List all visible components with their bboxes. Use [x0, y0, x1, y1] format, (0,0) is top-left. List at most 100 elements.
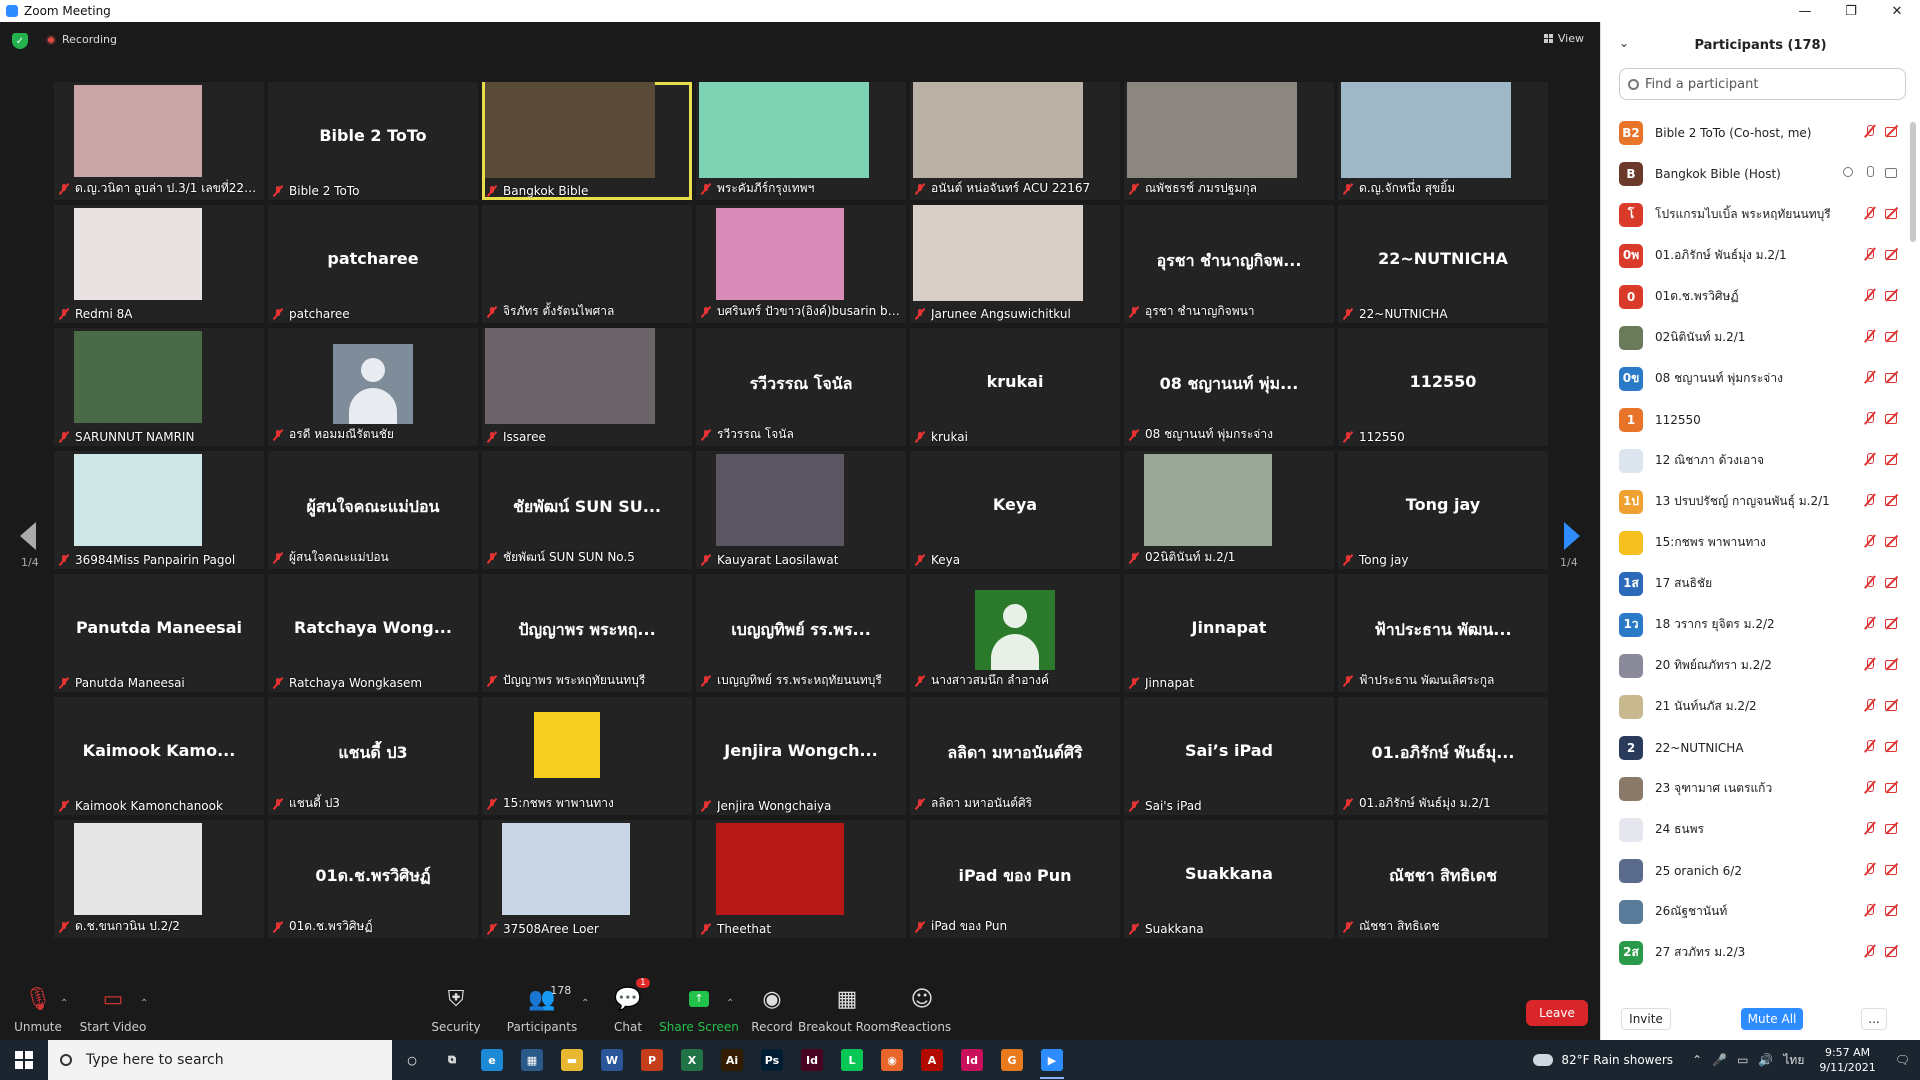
video-tile[interactable]: ด.ญ.จักหนึ่ง สุขยิ้ม [1338, 82, 1548, 200]
participant-row[interactable]: 02นิตินันท์ ม.2/1 [1601, 317, 1901, 358]
video-tile[interactable]: Redmi 8A [54, 205, 264, 323]
recording-indicator[interactable]: Recording [46, 33, 117, 46]
participant-row[interactable]: 1ส 17 สนธิชัย [1601, 563, 1901, 604]
participant-row[interactable]: 25 oranich 6/2 [1601, 850, 1901, 891]
muted-mic-icon[interactable] [1863, 903, 1877, 917]
shield-icon[interactable]: ✓ [12, 33, 28, 49]
video-tile[interactable]: 01ด.ช.พรวิศิษฏ์ 01ด.ช.พรวิศิษฏ์ [268, 820, 478, 938]
participants-caret-icon[interactable]: ⌃ [581, 998, 589, 1009]
unmute-button[interactable]: 🎙 Unmute [14, 962, 62, 1040]
muted-mic-icon[interactable] [1863, 329, 1877, 343]
muted-mic-icon[interactable] [1863, 575, 1877, 589]
zoom-taskbar-icon[interactable]: ▶ [1032, 1040, 1072, 1080]
participant-row[interactable]: 15:กชพร พาพานทาง [1601, 522, 1901, 563]
next-page-arrow-icon[interactable] [1564, 522, 1580, 550]
participant-row[interactable]: 23 จุฑามาศ เนตรแก้ว [1601, 768, 1901, 809]
video-tile[interactable]: iPad ของ Pun iPad ของ Pun [910, 820, 1120, 938]
video-tile[interactable]: 08 ชญานนท์ พุ่ม... 08 ชญานนท์ พุ่มกระจ่าง [1124, 328, 1334, 446]
video-tile[interactable]: เบญญทิพย์ รร.พร... เบญญทิพย์ รร.พระหฤทัยน… [696, 574, 906, 692]
video-tile[interactable]: patcharee patcharee [268, 205, 478, 323]
start-video-button[interactable]: ▭ Start Video [80, 962, 147, 1040]
video-tile[interactable]: SARUNNUT NAMRIN [54, 328, 264, 446]
muted-mic-icon[interactable] [1863, 206, 1877, 220]
video-tile[interactable]: พระคัมภีร์กรุงเทพฯ [696, 82, 906, 200]
video-tile[interactable]: อรดี หอมมณีรัตนชัย [268, 328, 478, 446]
cortana-taskbar-icon[interactable]: ○ [392, 1040, 432, 1080]
participants-button[interactable]: 👥 178 Participants [507, 962, 578, 1040]
breakout-rooms-button[interactable]: ▦ Breakout Rooms [798, 962, 896, 1040]
video-tile[interactable]: Issaree [482, 328, 692, 446]
more-options-button[interactable]: ... [1861, 1008, 1887, 1030]
participant-row[interactable]: 2ส 27 สวภัทร ม.2/3 [1601, 932, 1901, 973]
video-tile[interactable]: Panutda Maneesai Panutda Maneesai [54, 574, 264, 692]
video-tile[interactable]: Theethat [696, 820, 906, 938]
video-tile[interactable]: จิรภัทร ตั้งรัตนไพศาล [482, 205, 692, 323]
participant-row[interactable]: 0พ 01.อภิรักษ์ พันธ์มุ่ง ม.2/1 [1601, 235, 1901, 276]
participant-row[interactable]: 1ว 18 วรากร ยุจิตร ม.2/2 [1601, 604, 1901, 645]
share-screen-button[interactable]: ↑ Share Screen [659, 962, 739, 1040]
video-tile[interactable]: Jenjira Wongch... Jenjira Wongchaiya [696, 697, 906, 815]
participant-row[interactable]: 20 ทิพย์ณภัทรา ม.2/2 [1601, 645, 1901, 686]
muted-mic-icon[interactable] [1863, 411, 1877, 425]
edge-taskbar-icon[interactable]: e [472, 1040, 512, 1080]
show-hidden-icons-chevron-icon[interactable]: ⌃ [1692, 1053, 1702, 1067]
video-tile[interactable]: 22~NUTNICHA 22~NUTNICHA [1338, 205, 1548, 323]
video-tile[interactable]: Kaimook Kamo... Kaimook Kamonchanook [54, 697, 264, 815]
video-tile[interactable]: นางสาวสมนึก ลำอางค์ [910, 574, 1120, 692]
muted-mic-icon[interactable] [1863, 247, 1877, 261]
chat-button[interactable]: 💬 1 Chat [614, 962, 650, 1040]
muted-mic-icon[interactable] [1863, 370, 1877, 384]
video-tile[interactable]: 36984Miss Panpairin Pagol [54, 451, 264, 569]
video-tile[interactable]: บศรินทร์ ปัวขาว(อิงค์)busarin bu... [696, 205, 906, 323]
photoshop-taskbar-icon[interactable]: Ps [752, 1040, 792, 1080]
start-button[interactable] [0, 1040, 48, 1080]
muted-mic-icon[interactable] [1863, 616, 1877, 630]
volume-icon[interactable]: 🔊 [1758, 1053, 1773, 1067]
video-tile[interactable]: ณพัชธรช์ ภมรปฐมกุล [1124, 82, 1334, 200]
file-explorer-taskbar-icon[interactable]: ▬ [552, 1040, 592, 1080]
grammarly-taskbar-icon[interactable]: G [992, 1040, 1032, 1080]
excel-taskbar-icon[interactable]: X [672, 1040, 712, 1080]
participant-row[interactable]: 1ป 13 ปรบปรัชญ์ กาญจนพันธุ์ ม.2/1 [1601, 481, 1901, 522]
video-tile[interactable]: 01.อภิรักษ์ พันธ์มุ... 01.อภิรักษ์ พันธ์ม… [1338, 697, 1548, 815]
video-tile[interactable]: Tong jay Tong jay [1338, 451, 1548, 569]
muted-mic-icon[interactable] [1863, 780, 1877, 794]
participant-row[interactable]: 24 ธนพร [1601, 809, 1901, 850]
video-tile[interactable]: krukai krukai [910, 328, 1120, 446]
video-tile[interactable]: ด.ญ.วนิดา อูบล่า ป.3/1 เลขที่22(w... [54, 82, 264, 200]
restore-button[interactable]: ❐ [1828, 0, 1874, 22]
view-button[interactable]: View [1543, 32, 1584, 45]
share-options-caret-icon[interactable]: ⌃ [726, 998, 734, 1009]
illustrator-taskbar-icon[interactable]: Ai [712, 1040, 752, 1080]
muted-mic-icon[interactable] [1863, 698, 1877, 712]
mute-all-button[interactable]: Mute All [1741, 1008, 1803, 1030]
video-tile[interactable]: ชัยพัฒน์ SUN SU... ชัยพัฒน์ SUN SUN No.5 [482, 451, 692, 569]
acrobat-taskbar-icon[interactable]: A [912, 1040, 952, 1080]
video-tile[interactable]: Sai’s iPad Sai's iPad [1124, 697, 1334, 815]
video-tile[interactable]: Jarunee Angsuwichitkul [910, 205, 1120, 323]
participant-row[interactable]: 2 22~NUTNICHA [1601, 727, 1901, 768]
calculator-taskbar-icon[interactable]: ▦ [512, 1040, 552, 1080]
video-tile[interactable]: แชนดี้ ป3 แชนดี้ ป3 [268, 697, 478, 815]
video-tile[interactable]: ปัญญาพร พระหฤ... ปัญญาพร พระหฤทัยนนทบุรี [482, 574, 692, 692]
participant-list-scrollbar[interactable] [1910, 122, 1916, 242]
security-button[interactable]: ⛨ Security [431, 962, 480, 1040]
video-tile[interactable]: ฟ้าประธาน พัฒน... ฟ้าประธาน พัฒนเลิศระกูล [1338, 574, 1548, 692]
powerpoint-taskbar-icon[interactable]: P [632, 1040, 672, 1080]
record-button[interactable]: ◉ Record [751, 962, 792, 1040]
microphone-tray-icon[interactable]: 🎤 [1712, 1053, 1727, 1067]
audio-options-caret-icon[interactable]: ⌃ [60, 998, 68, 1009]
video-tile[interactable]: Keya Keya [910, 451, 1120, 569]
video-tile[interactable]: อุรชา ชำนาญกิจพ... อุรชา ชำนาญกิจพนา [1124, 205, 1334, 323]
participant-row[interactable]: 0ข 08 ชญานนท์ พุ่มกระจ่าง [1601, 358, 1901, 399]
taskbar-search-box[interactable]: Type here to search [48, 1040, 392, 1080]
clock[interactable]: 9:57 AM 9/11/2021 [1819, 1045, 1875, 1075]
participant-row[interactable]: โ โปรแกรมไบเบิ้ล พระหฤทัยนนทบุรี [1601, 194, 1901, 235]
video-tile[interactable]: Jinnapat Jinnapat [1124, 574, 1334, 692]
firefox-taskbar-icon[interactable]: ◉ [872, 1040, 912, 1080]
participant-search-input[interactable]: Find a participant [1619, 68, 1906, 100]
muted-mic-icon[interactable] [1863, 944, 1877, 958]
participant-row[interactable]: 26ณัฐชานันท์ [1601, 891, 1901, 932]
video-tile[interactable]: ณัชชา สิทธิเดช ณัชชา สิทธิเดช [1338, 820, 1548, 938]
video-tile[interactable]: ลลิดา มหาอนันต์ศิริ ลลิดา มหาอนันต์ศิริ [910, 697, 1120, 815]
